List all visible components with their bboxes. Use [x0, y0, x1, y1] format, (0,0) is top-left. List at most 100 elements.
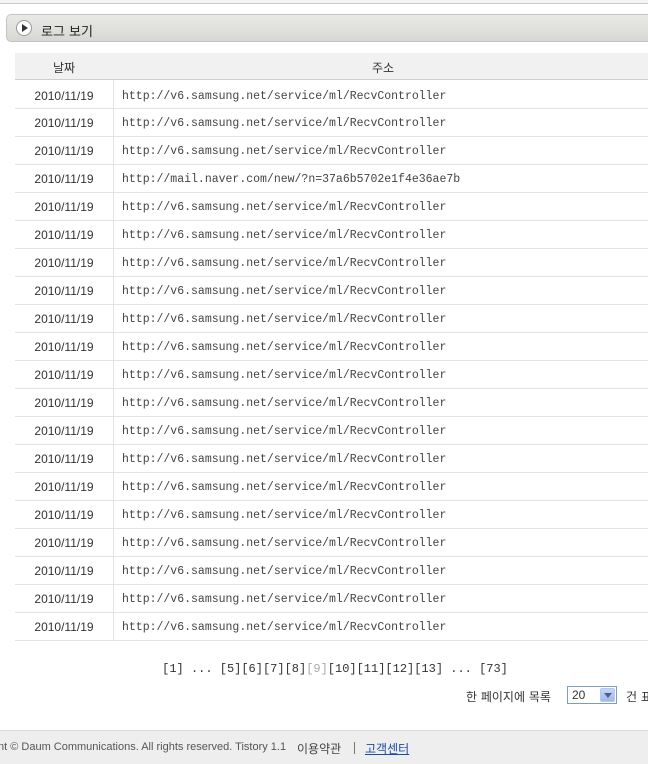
page-link[interactable]: [10] [328, 662, 357, 676]
top-border [0, 0, 648, 4]
row-url[interactable]: http://v6.samsung.net/service/ml/RecvCon… [122, 145, 446, 158]
row-date: 2010/11/19 [34, 89, 94, 103]
column-divider [113, 277, 114, 304]
page-link[interactable]: [8] [285, 662, 307, 676]
page-link[interactable]: [7] [263, 662, 285, 676]
row-url[interactable]: http://v6.samsung.net/service/ml/RecvCon… [122, 229, 446, 242]
column-divider [113, 137, 114, 164]
row-url[interactable]: http://v6.samsung.net/service/ml/RecvCon… [122, 621, 446, 634]
table-row: 2010/11/19 http://v6.samsung.net/service/… [15, 613, 648, 641]
column-divider [113, 305, 114, 332]
table-row: 2010/11/19 http://v6.samsung.net/service/… [15, 333, 648, 361]
row-url[interactable]: http://v6.samsung.net/service/ml/RecvCon… [122, 201, 446, 214]
page-link[interactable]: [5] [220, 662, 242, 676]
per-page-value: 20 [572, 688, 586, 702]
page-link[interactable]: [12] [385, 662, 414, 676]
row-date: 2010/11/19 [34, 396, 94, 410]
table-body: 2010/11/19 http://v6.samsung.net/service/… [15, 80, 648, 641]
row-url[interactable]: http://v6.samsung.net/service/ml/RecvCon… [122, 425, 446, 438]
table-row: 2010/11/19 http://v6.samsung.net/service/… [15, 221, 648, 249]
table-row: 2010/11/19 http://v6.samsung.net/service/… [15, 389, 648, 417]
column-divider [113, 361, 114, 388]
row-date: 2010/11/19 [34, 200, 94, 214]
pagination: [1] ... [5][6][7][8][9][10][11][12][13] … [0, 662, 648, 676]
row-date: 2010/11/19 [34, 592, 94, 606]
row-date: 2010/11/19 [34, 172, 94, 186]
column-divider [113, 585, 114, 612]
column-divider [113, 221, 114, 248]
column-divider [113, 613, 114, 640]
row-url[interactable]: http://v6.samsung.net/service/ml/RecvCon… [122, 285, 446, 298]
row-date: 2010/11/19 [34, 284, 94, 298]
table-row: 2010/11/19 http://v6.samsung.net/service/… [15, 137, 648, 165]
row-date: 2010/11/19 [34, 508, 94, 522]
column-divider [113, 417, 114, 444]
table-row: 2010/11/19 http://v6.samsung.net/service/… [15, 445, 648, 473]
row-url[interactable]: http://v6.samsung.net/service/ml/RecvCon… [122, 397, 446, 410]
chevron-down-icon[interactable] [600, 688, 615, 702]
row-date: 2010/11/19 [34, 368, 94, 382]
copyright-text: nt © Daum Communications. All rights res… [0, 741, 287, 753]
row-url[interactable]: http://v6.samsung.net/service/ml/RecvCon… [122, 117, 446, 130]
row-url[interactable]: http://v6.samsung.net/service/ml/RecvCon… [122, 369, 446, 382]
footer-divider [354, 742, 355, 754]
page-link[interactable]: [6] [241, 662, 263, 676]
table-header: 날짜 주소 [15, 53, 648, 80]
terms-link[interactable]: 이용약관 [297, 740, 341, 757]
column-divider [113, 109, 114, 136]
help-center-link[interactable]: 고객센터 [365, 740, 409, 757]
row-url[interactable]: http://v6.samsung.net/service/ml/RecvCon… [122, 509, 446, 522]
row-date: 2010/11/19 [34, 480, 94, 494]
table-row: 2010/11/19 http://v6.samsung.net/service/… [15, 473, 648, 501]
row-date: 2010/11/19 [34, 424, 94, 438]
column-divider [113, 501, 114, 528]
column-divider [113, 80, 114, 108]
row-url[interactable]: http://v6.samsung.net/service/ml/RecvCon… [122, 313, 446, 326]
log-view-header[interactable]: 로그 보기 [6, 14, 648, 42]
table-row: 2010/11/19 http://v6.samsung.net/service/… [15, 585, 648, 613]
table-row: 2010/11/19 http://v6.samsung.net/service/… [15, 305, 648, 333]
row-date: 2010/11/19 [34, 564, 94, 578]
section-title: 로그 보기 [41, 25, 93, 40]
row-date: 2010/11/19 [34, 228, 94, 242]
column-divider [113, 473, 114, 500]
log-table: 날짜 주소 2010/11/19 http://v6.samsung.net/se… [15, 53, 648, 641]
column-header-date: 날짜 [52, 61, 76, 75]
row-url[interactable]: http://v6.samsung.net/service/ml/RecvCon… [122, 537, 446, 550]
row-url[interactable]: http://v6.samsung.net/service/ml/RecvCon… [122, 593, 446, 606]
row-url[interactable]: http://v6.samsung.net/service/ml/RecvCon… [122, 453, 446, 466]
table-row: 2010/11/19 http://v6.samsung.net/service/… [15, 80, 648, 109]
page-link[interactable]: [73] [479, 662, 508, 676]
page-link[interactable]: [1] [162, 662, 184, 676]
play-circle-icon[interactable] [16, 20, 32, 36]
row-date: 2010/11/19 [34, 536, 94, 550]
row-date: 2010/11/19 [34, 312, 94, 326]
table-row: 2010/11/19 http://v6.samsung.net/service/… [15, 417, 648, 445]
column-divider [113, 557, 114, 584]
row-url[interactable]: http://mail.naver.com/new/?n=37a6b5702e1… [122, 173, 460, 186]
row-date: 2010/11/19 [34, 116, 94, 130]
column-divider [113, 249, 114, 276]
column-divider [113, 445, 114, 472]
column-divider [113, 165, 114, 192]
table-row: 2010/11/19 http://v6.samsung.net/service/… [15, 193, 648, 221]
footer: nt © Daum Communications. All rights res… [0, 730, 648, 764]
row-url[interactable]: http://v6.samsung.net/service/ml/RecvCon… [122, 341, 446, 354]
row-date: 2010/11/19 [34, 340, 94, 354]
table-row: 2010/11/19 http://v6.samsung.net/service/… [15, 361, 648, 389]
table-row: 2010/11/19 http://v6.samsung.net/service/… [15, 557, 648, 585]
row-date: 2010/11/19 [34, 620, 94, 634]
table-row: 2010/11/19 http://v6.samsung.net/service/… [15, 109, 648, 137]
table-row: 2010/11/19 http://mail.naver.com/new/?n=3… [15, 165, 648, 193]
page-link[interactable]: [11] [357, 662, 386, 676]
row-url[interactable]: http://v6.samsung.net/service/ml/RecvCon… [122, 90, 446, 103]
per-page-label: 한 페이지에 목록 [466, 690, 551, 704]
table-row: 2010/11/19 http://v6.samsung.net/service/… [15, 529, 648, 557]
pagination-ellipsis: ... [190, 662, 213, 676]
column-divider [113, 389, 114, 416]
row-url[interactable]: http://v6.samsung.net/service/ml/RecvCon… [122, 481, 446, 494]
row-url[interactable]: http://v6.samsung.net/service/ml/RecvCon… [122, 257, 446, 270]
row-url[interactable]: http://v6.samsung.net/service/ml/RecvCon… [122, 565, 446, 578]
per-page-select[interactable]: 20 [567, 686, 617, 704]
page-link[interactable]: [13] [414, 662, 443, 676]
